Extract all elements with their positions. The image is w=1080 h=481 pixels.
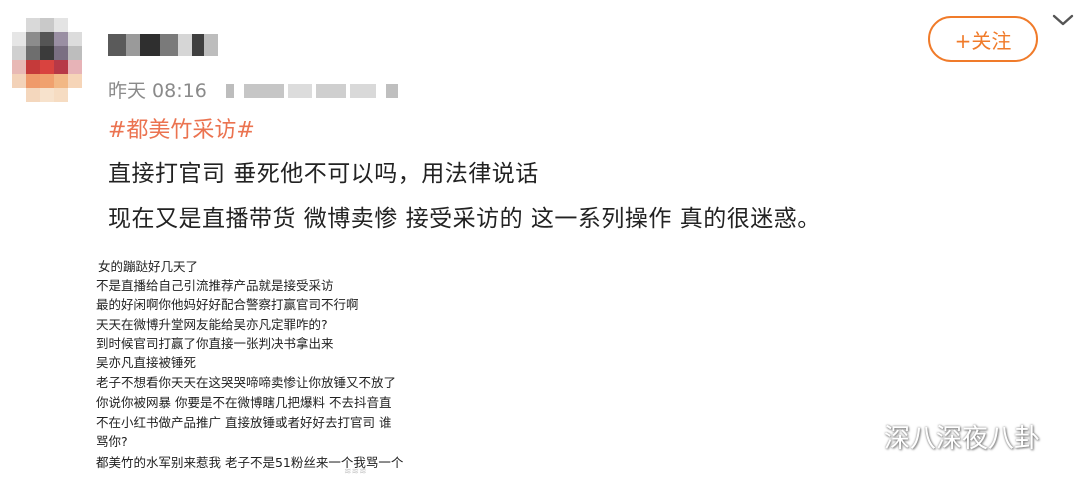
mosaic-block: [108, 34, 126, 56]
avatar-pixel: [54, 60, 68, 74]
avatar-pixel: [40, 46, 54, 60]
avatar-pixel: [54, 46, 68, 60]
avatar-pixel: [12, 60, 26, 74]
username-redacted[interactable]: [108, 34, 218, 56]
image-comment-line: 老子不想看你天天在这哭哭啼啼卖惨让你放锤又不放了: [96, 375, 397, 390]
account-watermark: 深八深夜八卦: [838, 418, 1040, 455]
image-comment-line: 天天在微博升堂网友能给吴亦凡定罪咋的?: [96, 317, 328, 332]
post-text-line: 现在又是直播带货 微博卖惨 接受采访的 这一系列操作 真的很迷惑。: [108, 206, 821, 232]
avatar-pixel: [12, 32, 26, 46]
image-comment-line: 不是直播给自己引流推荐产品就是接受采访: [96, 278, 334, 293]
mosaic-block: [204, 34, 218, 56]
topic-hashtag-link[interactable]: #都美竹采访#: [108, 112, 255, 144]
avatar-pixel: [12, 74, 26, 88]
post-text-line: 直接打官司 垂死他不可以吗，用法律说话: [108, 161, 539, 187]
mosaic-block: [178, 34, 192, 56]
avatar-pixel: [68, 60, 82, 74]
avatar-pixel: [40, 32, 54, 46]
mosaic-block: [160, 34, 178, 56]
image-comment-line: 最的好闲啊你他妈好好配合警察打赢官司不行啊: [96, 297, 359, 312]
avatar-pixel: [54, 74, 68, 88]
image-comment-line: 吴亦凡直接被锤死: [96, 355, 197, 370]
avatar-pixel: [26, 46, 40, 60]
mosaic-block: [140, 34, 160, 56]
chevron-down-icon[interactable]: [1050, 10, 1076, 30]
avatar-pixel: [40, 60, 54, 74]
mosaic-block: [192, 34, 204, 56]
avatar-pixel: [26, 60, 40, 74]
image-comment-line: 你说你被网暴 你要是不在微博瞎几把爆料 不去抖音直: [96, 395, 392, 410]
image-comment-line: 不在小红书做产品推广 直接放锤或者好好去打官司 谁: [96, 415, 392, 430]
avatar-pixel: [40, 88, 54, 102]
watermark-text: 深八深夜八卦: [884, 424, 1041, 454]
follow-button[interactable]: +关注: [928, 16, 1038, 62]
post-time: 昨天 08:16: [108, 80, 207, 102]
mosaic-block: [226, 84, 234, 98]
avatar-pixel: [40, 74, 54, 88]
avatar-pixel: [54, 88, 68, 102]
image-watermark: ≋≋≋: [344, 467, 367, 477]
avatar-pixel: [26, 32, 40, 46]
avatar-pixel: [54, 18, 68, 32]
mosaic-block: [288, 84, 312, 98]
attached-image[interactable]: 女的蹦跶好几天了 不是直播给自己引流推荐产品就是接受采访 最的好闲啊你他妈好好配…: [96, 244, 420, 481]
avatar-pixel: [40, 18, 54, 32]
post-source-redacted: [226, 84, 408, 98]
mosaic-block: [244, 84, 284, 98]
image-comment-line: 骂你?: [96, 434, 128, 449]
avatar-pixel: [26, 18, 40, 32]
avatar-pixel: [68, 46, 82, 60]
avatar[interactable]: [12, 18, 82, 102]
avatar-pixel: [68, 74, 82, 88]
mosaic-block: [316, 84, 346, 98]
wechat-icon: [840, 423, 874, 449]
avatar-pixel: [68, 32, 82, 46]
mosaic-block: [126, 34, 140, 56]
avatar-pixel: [12, 46, 26, 60]
image-comment-line: 到时候官司打赢了你直接一张判决书拿出来: [96, 336, 334, 351]
mosaic-block: [350, 84, 376, 98]
avatar-pixel: [26, 74, 40, 88]
mosaic-block: [386, 84, 398, 98]
image-comment-line: 女的蹦跶好几天了: [98, 259, 199, 274]
avatar-pixel: [26, 88, 40, 102]
avatar-pixel: [54, 32, 68, 46]
